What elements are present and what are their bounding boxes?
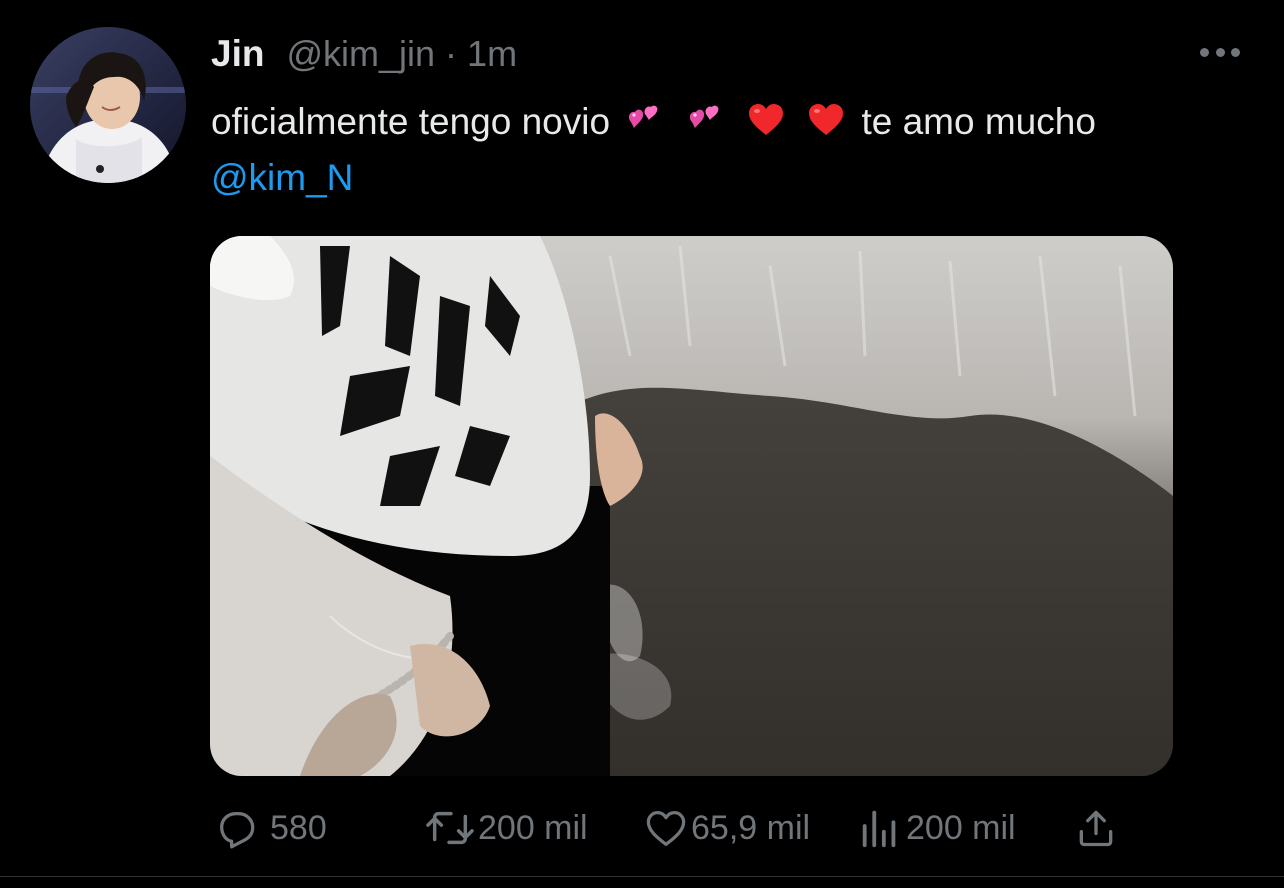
- more-options-button[interactable]: [1200, 42, 1240, 62]
- header-separator: ·: [445, 33, 458, 74]
- heart-icon: [646, 811, 686, 846]
- tweet-header: Jin @kim_jin · 1m: [211, 30, 517, 78]
- red-heart-icon: [746, 100, 786, 140]
- tweet-actions: 580 200 mil 65,9 mil 200 mil: [210, 800, 1130, 856]
- tweet-text-main: oficialmente tengo novio: [211, 101, 611, 142]
- views-button[interactable]: 200 mil: [858, 800, 1016, 856]
- like-button[interactable]: 65,9 mil: [643, 800, 810, 856]
- two-hearts-icon: [686, 100, 726, 140]
- author-display-name[interactable]: Jin: [211, 33, 264, 75]
- retweet-icon: [426, 811, 474, 845]
- more-horizontal-icon: [1215, 47, 1225, 57]
- tweet-photo[interactable]: [210, 236, 1173, 776]
- reply-count: 580: [270, 808, 327, 847]
- retweet-button[interactable]: 200 mil: [424, 800, 588, 856]
- share-icon: [1079, 810, 1113, 847]
- avatar-photo: [30, 27, 186, 183]
- author-handle[interactable]: @kim_jin: [286, 33, 435, 75]
- tweet-divider: [0, 876, 1284, 877]
- tweet-timestamp[interactable]: 1m: [467, 33, 517, 75]
- avatar[interactable]: [30, 27, 186, 183]
- two-hearts-icon: [625, 100, 665, 140]
- red-heart-icon: [806, 100, 846, 140]
- like-count: 65,9 mil: [691, 808, 811, 847]
- share-button[interactable]: [1074, 800, 1118, 856]
- more-horizontal-icon: [1231, 47, 1240, 57]
- tweet-text-continuation: te amo mucho: [861, 101, 1096, 142]
- mention-link[interactable]: @kim_N: [211, 157, 353, 198]
- beach-photo: [210, 236, 1173, 776]
- views-count: 200 mil: [906, 808, 1016, 847]
- more-horizontal-icon: [1200, 47, 1209, 57]
- tweet-text: oficialmente tengo novio te amo mucho @k…: [211, 94, 1251, 206]
- tweet: Jin @kim_jin · 1m oficialmente tengo nov…: [0, 0, 1284, 888]
- reply-button[interactable]: 580: [214, 800, 327, 856]
- views-icon: [862, 810, 896, 848]
- retweet-count: 200 mil: [478, 808, 588, 847]
- reply-icon: [220, 811, 255, 849]
